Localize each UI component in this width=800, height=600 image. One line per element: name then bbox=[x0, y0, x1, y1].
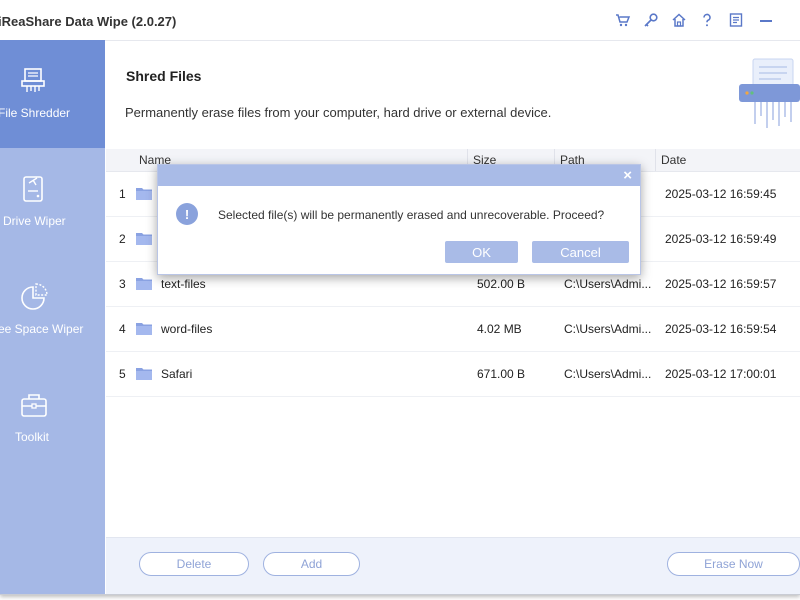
file-size: 671.00 B bbox=[477, 367, 526, 381]
folder-icon bbox=[136, 278, 152, 290]
file-path: C:\Users\Admi... bbox=[564, 277, 652, 291]
table-row[interactable]: 5 Safari 671.00 B C:\Users\Admi... 2025-… bbox=[106, 352, 800, 397]
action-bar: Delete Add Erase Now bbox=[106, 537, 800, 594]
app-title: iReaShare Data Wipe (2.0.27) bbox=[0, 14, 177, 29]
row-index: 4 bbox=[119, 322, 126, 336]
feedback-icon[interactable] bbox=[728, 12, 744, 28]
file-path: C:\Users\Admi... bbox=[564, 367, 652, 381]
dialog-message: Selected file(s) will be permanently era… bbox=[218, 208, 605, 222]
sidebar-item-label: Toolkit bbox=[15, 430, 50, 444]
column-divider[interactable] bbox=[655, 149, 656, 171]
title-bar: iReaShare Data Wipe (2.0.27) bbox=[0, 0, 800, 41]
page-description: Permanently erase files from your comput… bbox=[125, 105, 552, 120]
row-index: 2 bbox=[119, 232, 126, 246]
cart-icon[interactable] bbox=[615, 12, 631, 28]
confirm-dialog: × ! Selected file(s) will be permanently… bbox=[157, 164, 641, 275]
sidebar-item-label: ee Space Wiper bbox=[0, 322, 84, 336]
row-index: 5 bbox=[119, 367, 126, 381]
erase-now-button[interactable]: Erase Now bbox=[667, 552, 800, 576]
minimize-icon[interactable] bbox=[758, 12, 774, 28]
column-header-date[interactable]: Date bbox=[661, 153, 686, 167]
sidebar-item-toolkit[interactable]: Toolkit bbox=[0, 364, 105, 472]
sidebar: File Shredder Drive Wiper ee Space Wiper bbox=[0, 40, 105, 594]
file-date: 2025-03-12 17:00:01 bbox=[665, 367, 777, 381]
close-icon[interactable]: × bbox=[623, 167, 632, 184]
file-date: 2025-03-12 16:59:45 bbox=[665, 187, 777, 201]
file-size: 4.02 MB bbox=[477, 322, 522, 336]
home-icon[interactable] bbox=[671, 12, 687, 28]
folder-icon bbox=[136, 233, 152, 245]
drive-icon bbox=[23, 176, 43, 202]
cancel-button[interactable]: Cancel bbox=[532, 241, 629, 263]
delete-button[interactable]: Delete bbox=[139, 552, 249, 576]
sidebar-item-file-shredder[interactable]: File Shredder bbox=[0, 40, 105, 148]
folder-icon bbox=[136, 188, 152, 200]
file-date: 2025-03-12 16:59:49 bbox=[665, 232, 777, 246]
page-title: Shred Files bbox=[126, 68, 202, 84]
sidebar-item-free-space-wiper[interactable]: ee Space Wiper bbox=[0, 256, 105, 364]
row-index: 3 bbox=[119, 277, 126, 291]
help-icon[interactable] bbox=[699, 12, 715, 28]
file-date: 2025-03-12 16:59:57 bbox=[665, 277, 777, 291]
folder-icon bbox=[136, 368, 152, 380]
info-icon: ! bbox=[176, 203, 198, 225]
file-size: 502.00 B bbox=[477, 277, 526, 291]
folder-icon bbox=[136, 323, 152, 335]
ok-button[interactable]: OK bbox=[445, 241, 518, 263]
file-name: Safari bbox=[161, 367, 193, 381]
app-window: iReaShare Data Wipe (2.0.27) File Shredd… bbox=[0, 0, 800, 595]
key-icon[interactable] bbox=[643, 12, 659, 28]
sidebar-item-label: Drive Wiper bbox=[3, 214, 66, 228]
row-index: 1 bbox=[119, 187, 126, 201]
sidebar-item-label: File Shredder bbox=[0, 106, 71, 120]
sidebar-item-drive-wiper[interactable]: Drive Wiper bbox=[0, 148, 105, 256]
add-button[interactable]: Add bbox=[263, 552, 360, 576]
shredder-icon bbox=[21, 68, 45, 92]
file-date: 2025-03-12 16:59:54 bbox=[665, 322, 777, 336]
file-path: C:\Users\Admi... bbox=[564, 322, 652, 336]
toolbox-icon bbox=[21, 394, 47, 417]
dialog-title-bar: × bbox=[158, 165, 640, 186]
file-name: word-files bbox=[161, 322, 213, 336]
pie-icon bbox=[21, 283, 48, 310]
shredder-illustration bbox=[739, 58, 800, 128]
table-row[interactable]: 4 word-files 4.02 MB C:\Users\Admi... 20… bbox=[106, 307, 800, 352]
file-name: text-files bbox=[161, 277, 206, 291]
